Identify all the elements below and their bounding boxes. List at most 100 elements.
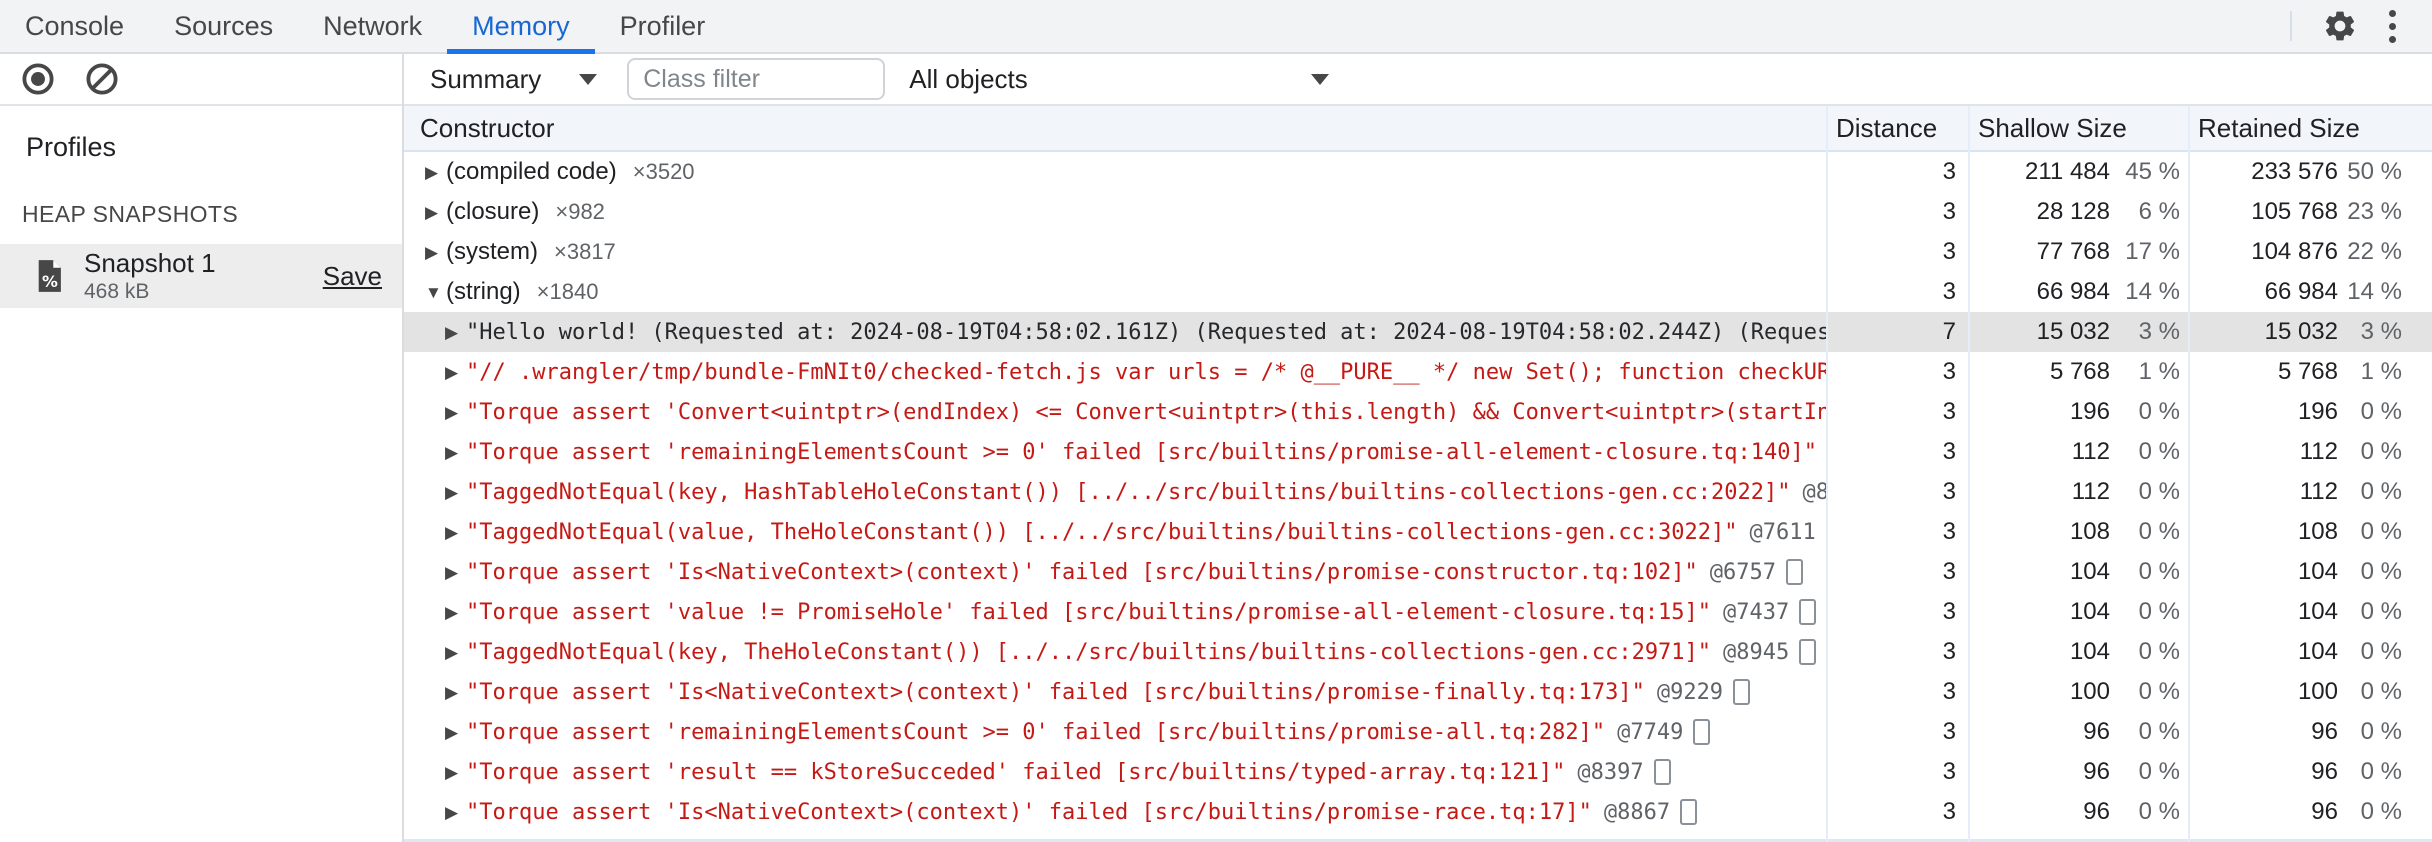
constructor-cell: ▶ "Hello world! (Requested at: 2024-08-1… xyxy=(404,320,1826,345)
object-id: @7749 xyxy=(1617,719,1684,745)
retained-size-value: 100 xyxy=(2297,678,2338,705)
clear-profiles-icon[interactable] xyxy=(76,53,128,105)
tab-console[interactable]: Console xyxy=(0,0,149,52)
sidebar-item-snapshot-1[interactable]: % Snapshot 1 468 kB Save xyxy=(0,244,402,308)
heap-row[interactable]: ▶ "Torque assert 'result == kStoreSucced… xyxy=(404,752,2432,792)
heap-row[interactable]: ▶ "Torque assert 'remainingElementsCount… xyxy=(404,712,2432,752)
svg-text:%: % xyxy=(42,272,58,291)
column-divider[interactable] xyxy=(1826,106,1828,842)
constructor-label: "Torque assert 'remainingElementsCount >… xyxy=(466,719,1606,745)
retained-size-value: 112 xyxy=(2299,438,2338,465)
shallow-size-cell: 211 484 45 % xyxy=(1968,158,2188,186)
heap-row[interactable]: ▶ "Torque assert 'value != PromiseHole' … xyxy=(404,592,2432,632)
expand-arrow-icon[interactable]: ▶ xyxy=(445,404,461,421)
heap-row[interactable]: ▶ "Hello world! (Requested at: 2024-08-1… xyxy=(404,312,2432,352)
objects-scope-value: All objects xyxy=(909,63,1028,94)
shallow-size-cell: 96 0 % xyxy=(1968,718,2188,746)
constructor-cell: ▶ (system) ×3817 xyxy=(404,238,1826,266)
record-heap-snapshot-icon[interactable] xyxy=(12,53,64,105)
instance-count: ×3817 xyxy=(554,239,616,264)
column-header-distance[interactable]: Distance xyxy=(1826,106,1968,150)
retained-size-cell: 66 984 14 % xyxy=(2188,278,2432,306)
heap-row[interactable]: ▶ "Torque assert 'Convert<uintptr>(endIn… xyxy=(404,392,2432,432)
heap-row[interactable]: ▶ (system) ×3817 3 77 768 17 % 104 876 2… xyxy=(404,232,2432,272)
shallow-size-percent: 0 % xyxy=(2138,798,2180,825)
retained-size-cell: 15 032 3 % xyxy=(2188,318,2432,346)
retained-size-cell: 100 0 % xyxy=(2188,678,2432,706)
tab-sources[interactable]: Sources xyxy=(149,0,298,52)
constructor-cell: ▶ "Torque assert 'Is<NativeContext>(cont… xyxy=(404,679,1826,705)
column-header-constructor[interactable]: Constructor xyxy=(404,106,1826,150)
expand-arrow-icon[interactable]: ▶ xyxy=(425,244,441,261)
heap-row[interactable]: ▼ (string) ×1840 3 66 984 14 % 66 984 14… xyxy=(404,272,2432,312)
object-id: @9229 xyxy=(1656,679,1724,705)
heap-row[interactable]: ▶ "Torque assert 'Is<NativeContext>(cont… xyxy=(404,792,2432,832)
heap-row[interactable]: ▶ "Torque assert 'Is<NativeContext>(cont… xyxy=(404,672,2432,712)
expand-arrow-icon[interactable]: ▶ xyxy=(445,684,461,701)
constructor-cell: ▼ (string) ×1840 xyxy=(404,278,1826,306)
heap-row[interactable]: ▶ (compiled code) ×3520 3 211 484 45 % 2… xyxy=(404,152,2432,192)
heap-row[interactable]: ▶ "TaggedNotEqual(value, TheHoleConstant… xyxy=(404,512,2432,552)
expand-arrow-icon[interactable]: ▶ xyxy=(445,764,461,781)
more-options-kebab-icon[interactable] xyxy=(2366,0,2418,52)
column-header-shallow-size[interactable]: Shallow Size xyxy=(1968,106,2188,150)
column-divider[interactable] xyxy=(2188,106,2190,842)
tab-network[interactable]: Network xyxy=(298,0,447,52)
class-filter-input[interactable] xyxy=(627,58,886,100)
tab-profiler[interactable]: Profiler xyxy=(595,0,731,52)
heap-row[interactable]: ▶ "Torque assert 'Is<NativeContext>(cont… xyxy=(404,552,2432,592)
perspective-select[interactable]: Summary xyxy=(430,64,598,95)
expand-arrow-icon[interactable]: ▼ xyxy=(425,284,442,301)
constructor-cell: ▶ "Torque assert 'remainingElementsCount… xyxy=(404,440,1826,465)
heap-row[interactable]: ▶ (closure) ×982 3 28 128 6 % 105 768 23… xyxy=(404,192,2432,232)
retained-size-value: 104 xyxy=(2297,558,2338,585)
expand-arrow-icon[interactable]: ▶ xyxy=(445,804,461,821)
objects-scope-select[interactable]: All objects xyxy=(909,63,1330,95)
missing-glyph-icon xyxy=(1653,759,1671,785)
distance-value: 3 xyxy=(1942,518,1956,545)
constructor-label: "Torque assert 'value != PromiseHole' fa… xyxy=(466,599,1712,625)
expand-arrow-icon[interactable]: ▶ xyxy=(445,324,461,341)
distance-value: 3 xyxy=(1942,198,1956,225)
distance-value: 3 xyxy=(1942,278,1956,305)
retained-size-cell: 112 0 % xyxy=(2188,438,2432,466)
expand-arrow-icon[interactable]: ▶ xyxy=(445,524,461,541)
shallow-size-value: 15 032 xyxy=(2036,318,2110,345)
column-header-retained-size[interactable]: Retained Size xyxy=(2188,106,2432,150)
save-snapshot-link[interactable]: Save xyxy=(323,261,382,292)
constructor-cell: ▶ "Torque assert 'value != PromiseHole' … xyxy=(404,599,1826,625)
expand-arrow-icon[interactable]: ▶ xyxy=(445,644,461,661)
expand-arrow-icon[interactable]: ▶ xyxy=(425,204,441,221)
expand-arrow-icon[interactable]: ▶ xyxy=(445,604,461,621)
constructor-label: "TaggedNotEqual(key, HashTableHoleConsta… xyxy=(466,479,1791,505)
heap-row[interactable]: ▶ "TaggedNotEqual(key, TheHoleConstant()… xyxy=(404,632,2432,672)
constructor-label: "Torque assert 'result == kStoreSucceded… xyxy=(466,759,1566,785)
settings-gear-icon[interactable] xyxy=(2314,0,2366,52)
expand-arrow-icon[interactable]: ▶ xyxy=(445,364,461,381)
missing-glyph-icon xyxy=(1693,719,1711,745)
distance-value: 3 xyxy=(1942,598,1956,625)
expand-arrow-icon[interactable]: ▶ xyxy=(445,484,461,501)
heap-row[interactable]: ▶ "// .wrangler/tmp/bundle-FmNIt0/checke… xyxy=(404,352,2432,392)
retained-size-cell: 104 0 % xyxy=(2188,638,2432,666)
expand-arrow-icon[interactable]: ▶ xyxy=(445,444,461,461)
shallow-size-value: 104 xyxy=(2069,638,2110,665)
heap-row[interactable]: ▶ "Torque assert 'remainingElementsCount… xyxy=(404,432,2432,472)
retained-size-percent: 0 % xyxy=(2360,558,2402,585)
expand-arrow-icon[interactable]: ▶ xyxy=(445,724,461,741)
retained-size-percent: 1 % xyxy=(2360,358,2402,385)
column-divider[interactable] xyxy=(1968,106,1970,842)
expand-arrow-icon[interactable]: ▶ xyxy=(445,564,461,581)
heap-grid-header: Constructor Distance Shallow Size Retain… xyxy=(404,106,2432,152)
heap-row[interactable]: ▶ "TaggedNotEqual(key, HashTableHoleCons… xyxy=(404,472,2432,512)
retained-size-value: 104 xyxy=(2297,598,2338,625)
heap-snapshot-file-icon: % xyxy=(38,260,61,292)
expand-arrow-icon[interactable]: ▶ xyxy=(425,164,441,181)
constructor-label: "TaggedNotEqual(value, TheHoleConstant()… xyxy=(466,519,1738,545)
shallow-size-cell: 15 032 3 % xyxy=(1968,318,2188,346)
retained-size-cell: 96 0 % xyxy=(2188,798,2432,826)
shallow-size-percent: 17 % xyxy=(2125,238,2180,265)
retained-size-value: 196 xyxy=(2297,398,2338,425)
tab-memory[interactable]: Memory xyxy=(447,0,595,54)
distance-value: 3 xyxy=(1942,438,1956,465)
